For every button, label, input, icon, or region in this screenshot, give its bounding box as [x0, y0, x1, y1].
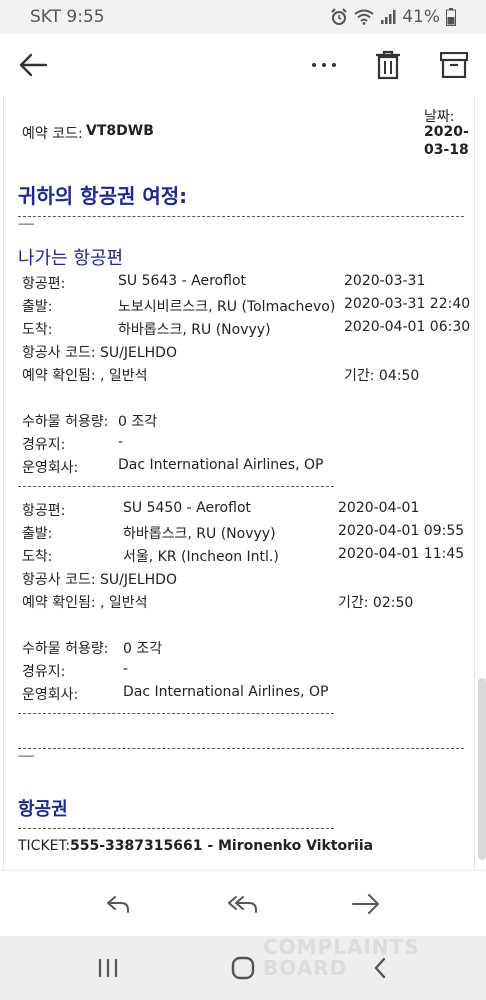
- battery-percent: 41%: [402, 7, 440, 27]
- arrival-time: 2020-04-01 06:30: [344, 319, 471, 335]
- ticket-number: 555-3387315661 - Mironenko Viktoriia: [70, 838, 374, 854]
- arrival-label: 도착:: [22, 322, 53, 338]
- divider: [18, 748, 464, 749]
- flight-duration: 기간: 02:50: [338, 595, 414, 611]
- via-label: 경유지:: [22, 664, 66, 680]
- departure-time: 2020-04-01 09:55: [338, 523, 465, 539]
- ticket-label: TICKET:: [18, 838, 71, 854]
- divider: [18, 713, 334, 714]
- battery-icon: [446, 8, 456, 26]
- carrier-time: SKT 9:55: [30, 7, 105, 27]
- baggage-label: 수하물 허용량:: [22, 641, 109, 657]
- signal-icon: [381, 10, 396, 24]
- flight-number: SU 5643 - Aeroflot: [118, 273, 246, 289]
- reply-all-icon: [228, 896, 257, 913]
- status-bar: SKT 9:55 41%: [0, 0, 486, 34]
- baggage-allowance: 0 조각: [118, 414, 158, 430]
- itinerary-title: 귀하의 항공권 여정:: [18, 184, 188, 208]
- booking-code: VT8DWB: [86, 123, 154, 139]
- booking-code-label: 예약 코드:: [22, 126, 83, 142]
- via: -: [118, 434, 124, 450]
- reply-icon: [107, 896, 129, 913]
- date-line-1: 2020-: [424, 124, 469, 140]
- operator: Dac International Airlines, OP: [118, 457, 324, 473]
- ticket-title: 항공권: [18, 799, 68, 820]
- departure-time: 2020-03-31 22:40: [344, 296, 471, 312]
- flight-duration: 기간: 04:50: [344, 368, 420, 384]
- booking-confirmed: 예약 확인됨: , 일반석: [22, 595, 148, 611]
- alarm-icon: [331, 8, 347, 25]
- divider: [18, 486, 334, 487]
- more-options-button[interactable]: [300, 34, 348, 96]
- reply-all-button[interactable]: [213, 871, 273, 937]
- departure-label: 출발:: [22, 526, 53, 542]
- recents-button[interactable]: [78, 936, 138, 1000]
- trash-icon: [376, 50, 400, 80]
- baggage-label: 수하물 허용량:: [22, 414, 109, 430]
- wifi-icon: [354, 9, 374, 25]
- arrow-left-icon: [19, 53, 48, 77]
- operator-label: 운영회사:: [22, 460, 79, 476]
- status-icons: 41%: [330, 7, 456, 27]
- flight-date: 2020-04-01: [338, 500, 420, 516]
- delete-button[interactable]: [364, 34, 412, 96]
- archive-button[interactable]: [430, 34, 478, 96]
- recents-icon: [98, 959, 118, 977]
- date-line-2: 03-18: [424, 142, 469, 158]
- operator-label: 운영회사:: [22, 687, 79, 703]
- email-toolbar: [0, 34, 486, 96]
- departure: 노보시비르스크, RU (Tolmachevo): [118, 299, 336, 315]
- airline-code: 항공사 코드: SU/JELHDO: [22, 572, 177, 588]
- flight-date: 2020-03-31: [344, 273, 426, 289]
- departure-label: 출발:: [22, 299, 53, 315]
- via-label: 경유지:: [22, 437, 66, 453]
- forward-button[interactable]: [336, 871, 396, 937]
- back-button[interactable]: [10, 34, 56, 96]
- arrival-time: 2020-04-01 11:45: [338, 546, 465, 562]
- arrival: 서울, KR (Incheon Intl.): [123, 549, 279, 565]
- divider-tail: ------: [18, 219, 35, 230]
- flight-label: 항공편:: [22, 503, 66, 519]
- divider-tail: ------: [18, 751, 35, 762]
- via: -: [123, 661, 129, 677]
- email-body: 예약 코드: VT8DWB 날짜: 2020- 03-18 귀하의 항공권 여정…: [0, 96, 486, 870]
- flight-number: SU 5450 - Aeroflot: [123, 500, 251, 516]
- departure: 하바롭스크, RU (Novyy): [123, 526, 276, 542]
- scrollbar[interactable]: [478, 678, 486, 860]
- email-actions: [0, 870, 486, 937]
- outbound-title: 나가는 항공편: [18, 248, 124, 269]
- watermark-logo: COMPLAINTS BOARD: [263, 935, 420, 980]
- operator: Dac International Airlines, OP: [123, 684, 329, 700]
- divider: [18, 828, 334, 829]
- forward-icon: [352, 894, 379, 914]
- flight-label: 항공편:: [22, 276, 66, 292]
- arrival-label: 도착:: [22, 549, 53, 565]
- booking-confirmed: 예약 확인됨: , 일반석: [22, 368, 148, 384]
- divider: [18, 216, 464, 217]
- arrival: 하바롭스크, RU (Novyy): [118, 322, 271, 338]
- reply-button[interactable]: [88, 871, 148, 937]
- airline-code: 항공사 코드: SU/JELHDO: [22, 345, 177, 361]
- more-dots-icon: [312, 63, 336, 67]
- baggage-allowance: 0 조각: [123, 641, 163, 657]
- email-frame: [3, 96, 475, 870]
- archive-icon: [440, 52, 468, 78]
- date-label: 날짜:: [424, 109, 455, 125]
